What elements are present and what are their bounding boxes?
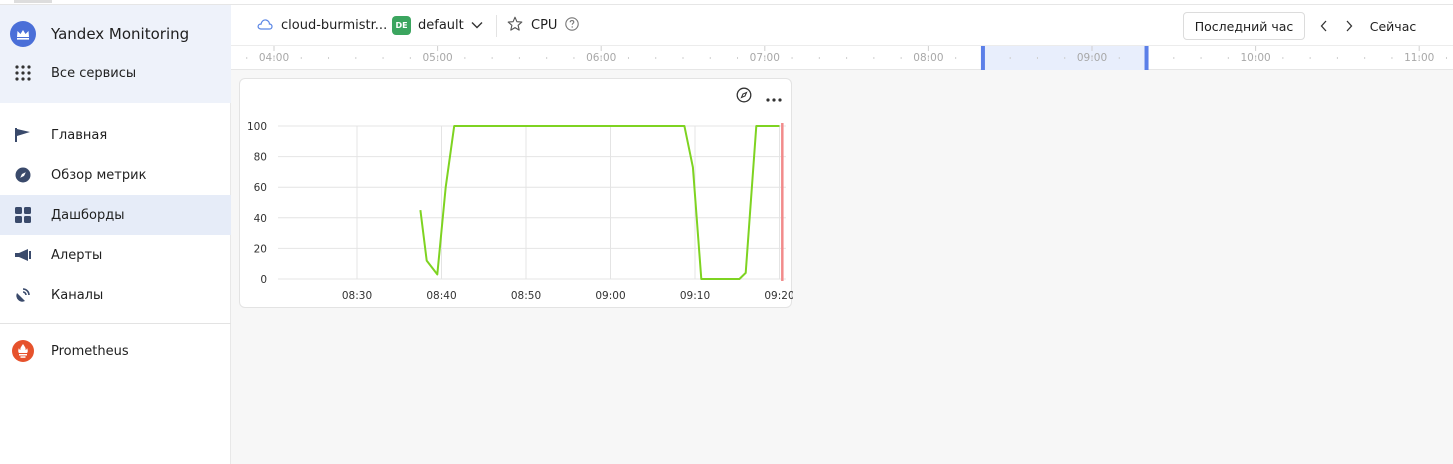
prev-period-button[interactable] [1314,12,1334,40]
breadcrumb-cloud[interactable]: cloud-burmistr... [257,5,387,46]
sidebar-item-metrics[interactable]: Обзор метрик [0,155,231,195]
x-tick-label: 09:00 [595,290,625,302]
y-tick-label: 40 [254,213,267,225]
sidebar: Yandex Monitoring Все сервисы Главная Об… [0,5,231,464]
chevron-right-icon [1345,17,1353,36]
sidebar-item-dashboards[interactable]: Дашборды [0,195,231,235]
timeline-handle-left [980,46,985,70]
x-tick-label: 08:50 [511,290,541,302]
timeline-scrubber[interactable]: 04:00 05:00 06:00 07:00 08:00 09:00 10:00 11:00 [231,46,1453,70]
y-tick-label: 100 [247,121,267,133]
timeline-label: 09:00 [1077,52,1107,64]
folder-name: default [418,18,464,33]
dashboard-title: CPU [531,5,580,46]
x-tick-label: 08:40 [426,290,456,302]
timeline-label: 11:00 [1404,52,1434,64]
timeline-label: 07:00 [750,52,780,64]
sidebar-item-label: Дашборды [51,207,125,223]
x-tick-label: 09:10 [680,290,710,302]
all-services-button[interactable]: Все сервисы [10,63,136,83]
sidebar-item-label: Главная [51,127,108,143]
timeline-label: 08:00 [913,52,943,64]
series-line [419,125,780,280]
x-tick-label: 08:30 [342,290,372,302]
megaphone-icon [12,244,34,266]
sidebar-item-prometheus[interactable]: Prometheus [0,331,231,371]
timeline-label: 04:00 [259,52,289,64]
prometheus-label: Prometheus [51,343,129,359]
timeline-label: 05:00 [422,52,452,64]
sidebar-item-label: Каналы [51,287,104,303]
now-button[interactable]: Сейчас [1363,12,1423,40]
grid-dots-icon [10,63,36,83]
sidebar-item-home[interactable]: Главная [0,115,231,155]
timeline-label: 06:00 [586,52,616,64]
brand-title: Yandex Monitoring [51,25,190,43]
next-period-button[interactable] [1339,12,1359,40]
help-icon[interactable] [565,16,580,35]
period-select-button[interactable]: Последний час [1183,12,1305,40]
timeline-handle-right [1144,46,1149,70]
crown-icon [10,21,36,47]
cpu-line-chart[interactable]: 0 20 40 60 80 100 08:30 08:40 08:50 09:00 09:10 09:… [240,79,793,309]
top-header: cloud-burmistr... DE default CPU Последн… [231,5,1453,46]
dashboard-name: CPU [531,18,558,33]
dashboard-icon [12,204,34,226]
chevron-left-icon [1320,17,1328,36]
all-services-label: Все сервисы [51,65,137,81]
y-tick-label: 60 [254,182,267,194]
star-icon [507,16,523,36]
sidebar-item-alerts[interactable]: Алерты [0,235,231,275]
y-tick-label: 80 [254,152,267,164]
cloud-icon [257,18,273,34]
sidebar-divider [0,323,231,324]
favorite-button[interactable] [507,5,523,46]
chart-panel: 0 20 40 60 80 100 08:30 08:40 08:50 09:00 09:10 09:… [239,78,793,309]
flag-icon [12,124,34,146]
satellite-icon [12,284,34,306]
timeline-label: 10:00 [1240,52,1270,64]
cloud-name: cloud-burmistr... [281,18,388,33]
sidebar-item-label: Обзор метрик [51,167,147,183]
header-separator [496,15,497,37]
folder-badge: DE [392,16,411,35]
chevron-down-icon [471,18,483,33]
timeline-svg: 04:00 05:00 06:00 07:00 08:00 09:00 10:00 11:00 [246,46,1447,70]
x-tick-label: 09:20 [764,290,793,302]
y-tick-label: 20 [254,243,267,255]
prometheus-icon [12,340,34,362]
sidebar-item-channels[interactable]: Каналы [0,275,231,315]
brand[interactable]: Yandex Monitoring [10,21,189,47]
sidebar-header: Yandex Monitoring Все сервисы [0,5,231,103]
y-tick-label: 0 [260,274,267,286]
compass-icon [12,164,34,186]
strip-tab [14,0,52,3]
sidebar-item-label: Алерты [51,247,103,263]
app-root: Yandex Monitoring Все сервисы Главная Об… [0,0,1453,464]
breadcrumb-folder[interactable]: DE default [392,5,483,46]
